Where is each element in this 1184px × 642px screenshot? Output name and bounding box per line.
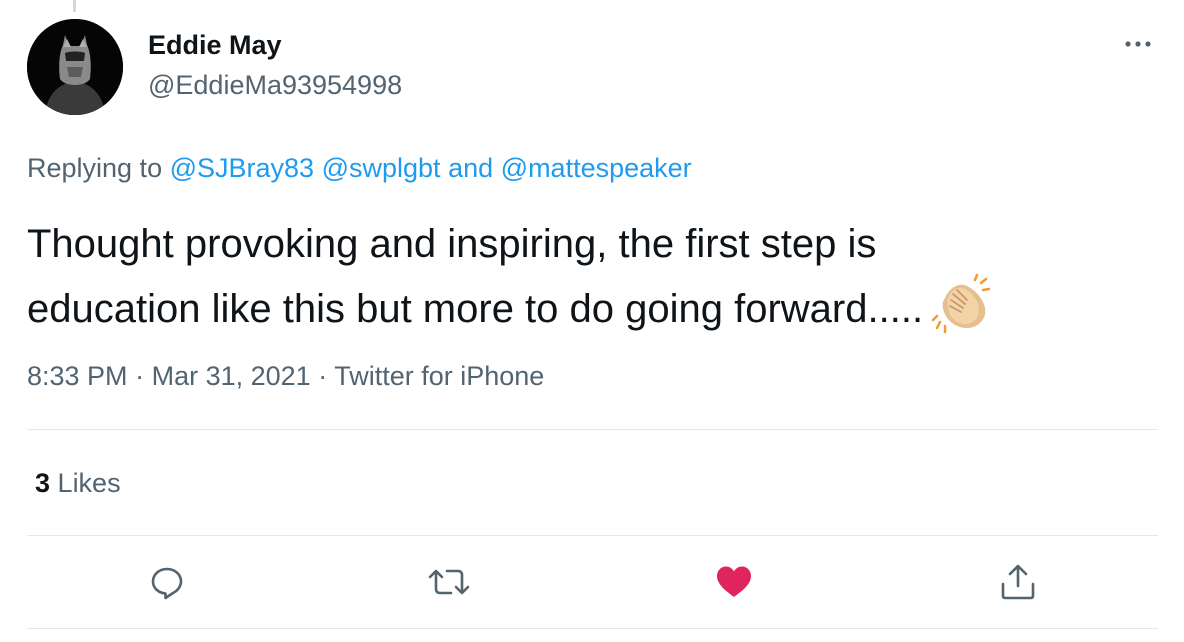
replying-to-label: Replying to [27, 153, 163, 183]
share-icon [1001, 564, 1035, 600]
divider [27, 628, 1158, 629]
likes-count: 3 [35, 468, 51, 498]
retweet-icon [428, 569, 470, 595]
tweet-text-line-content: education like this but more to do going… [27, 287, 924, 331]
tweet-source[interactable]: Twitter for iPhone [334, 361, 544, 391]
likes-label: Likes [57, 468, 121, 498]
tweet-text-line: education like this but more to do going… [27, 272, 1147, 349]
mention-link[interactable]: @swplgbt [322, 153, 441, 183]
avatar[interactable] [27, 19, 123, 115]
tweet-meta: 8:33 PM · Mar 31, 2021 · Twitter for iPh… [27, 361, 544, 392]
divider [27, 535, 1158, 536]
user-handle[interactable]: @EddieMa93954998 [148, 70, 402, 101]
reply-button[interactable] [145, 560, 189, 604]
tweet-time[interactable]: 8:33 PM [27, 361, 128, 391]
batman-avatar-icon [27, 19, 123, 115]
tweet-text: Thought provoking and inspiring, the fir… [27, 216, 1147, 349]
like-button[interactable] [712, 560, 756, 604]
meta-separator: · [318, 361, 328, 391]
tweet-text-line: Thought provoking and inspiring, the fir… [27, 222, 877, 266]
more-icon [1125, 41, 1151, 47]
tweet-date[interactable]: Mar 31, 2021 [152, 361, 311, 391]
thread-line [73, 0, 76, 12]
heart-icon [717, 566, 751, 597]
likes-summary[interactable]: 3 Likes [35, 468, 121, 499]
reply-icon [151, 567, 183, 600]
mention-conjunction[interactable]: and [448, 153, 493, 183]
display-name[interactable]: Eddie May [148, 30, 282, 61]
replying-to-line: Replying to @SJBray83 @swplgbt and @matt… [27, 153, 692, 184]
retweet-button[interactable] [427, 560, 471, 604]
mention-link[interactable]: @mattespeaker [501, 153, 692, 183]
divider [27, 429, 1158, 430]
mention-link[interactable]: @SJBray83 [170, 153, 314, 183]
more-options-button[interactable] [1118, 30, 1158, 58]
share-button[interactable] [996, 560, 1040, 604]
clapping-hands-icon [931, 272, 993, 349]
meta-separator: · [135, 361, 145, 391]
